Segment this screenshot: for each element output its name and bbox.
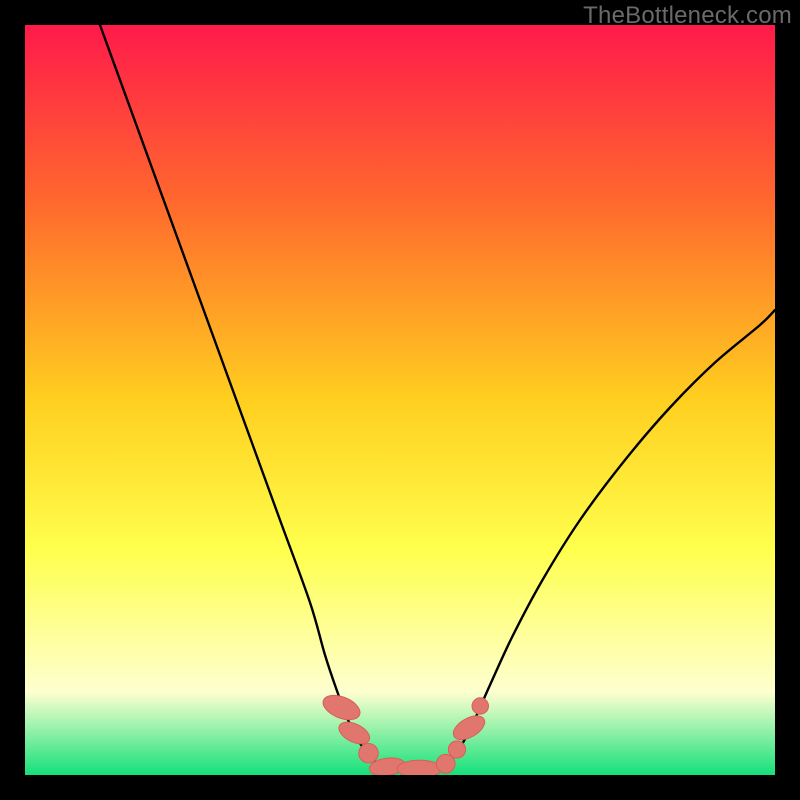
data-marker [472, 698, 489, 715]
gradient-background [25, 25, 775, 775]
data-marker [448, 741, 465, 758]
data-marker [359, 744, 379, 764]
data-marker [397, 760, 442, 775]
outer-frame: TheBottleneck.com [0, 0, 800, 800]
bottleneck-chart [25, 25, 775, 775]
plot-area [25, 25, 775, 775]
watermark-text: TheBottleneck.com [583, 2, 792, 30]
